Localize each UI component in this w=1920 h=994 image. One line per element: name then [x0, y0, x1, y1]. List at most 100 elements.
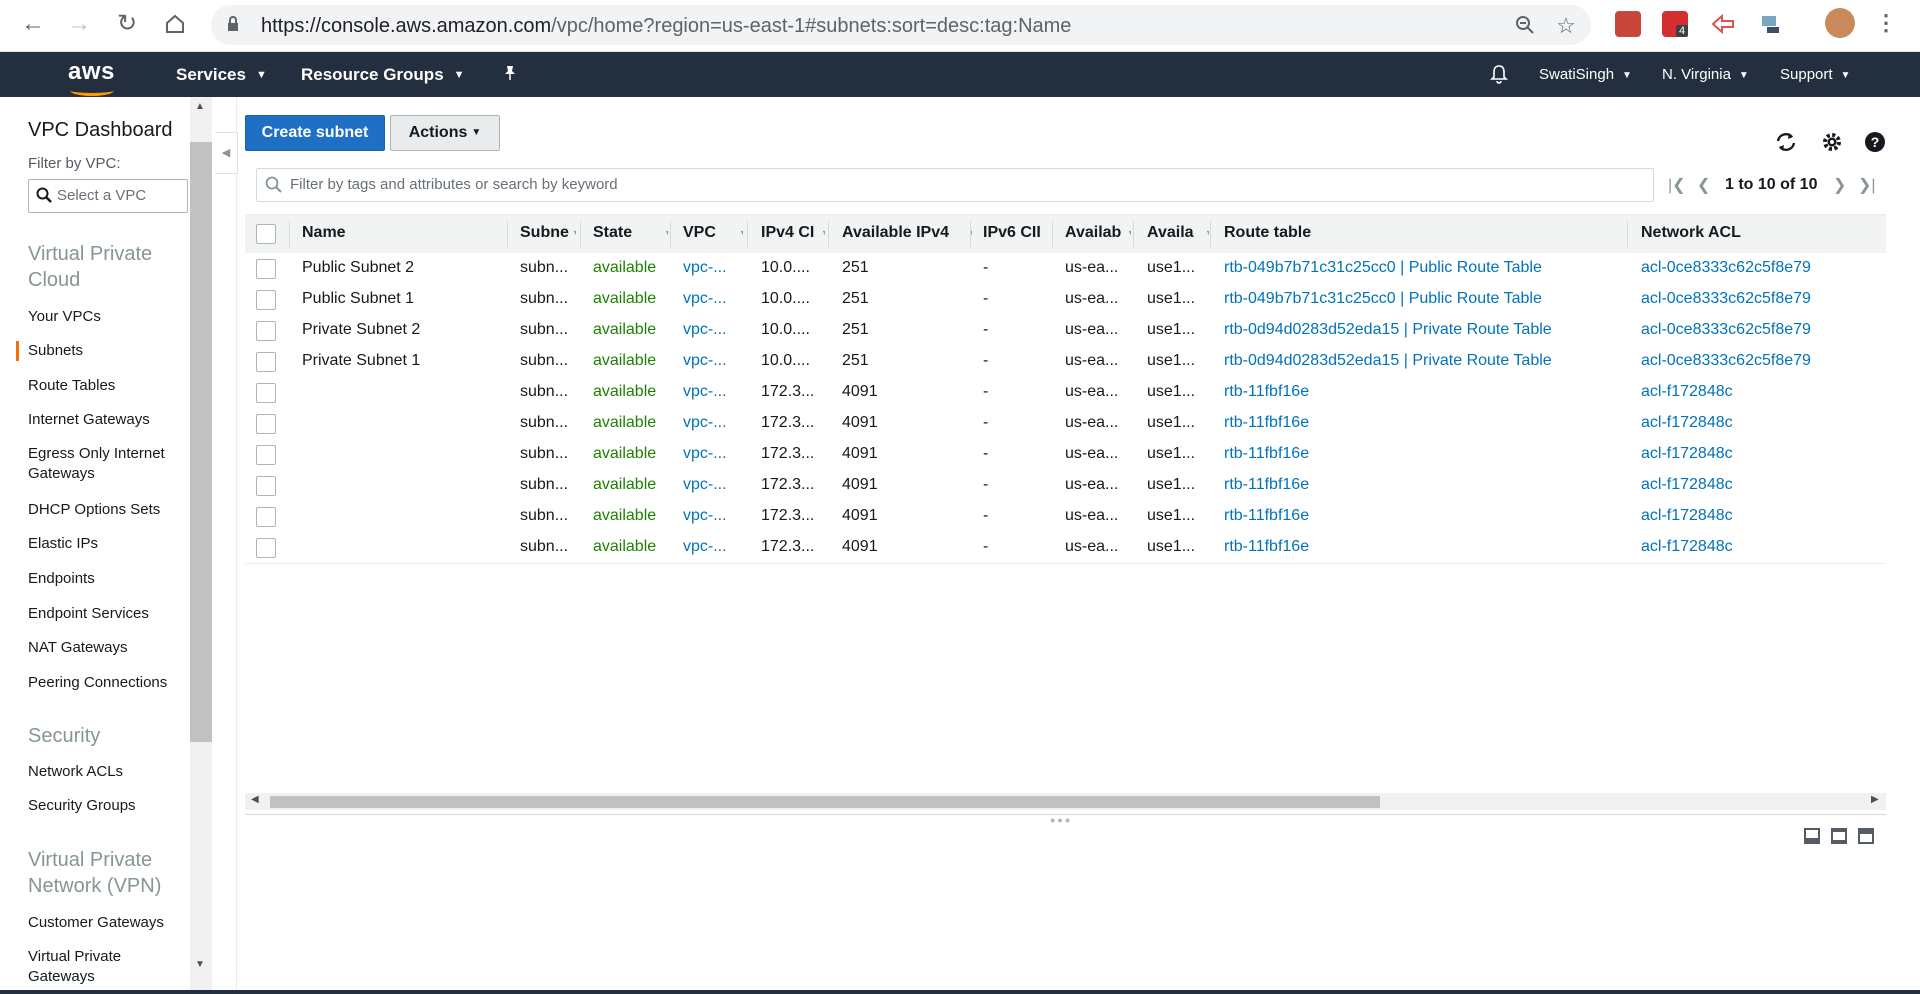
row-checkbox[interactable] — [256, 538, 276, 558]
table-row[interactable]: subn... available vpc-... 172.3... 4091 - us-e… — [245, 377, 1886, 409]
row-checkbox[interactable] — [256, 445, 276, 465]
reload-icon[interactable]: ↻ — [112, 9, 142, 39]
sidebar-item-internet-gateways[interactable]: Internet Gateways — [28, 410, 186, 430]
satellite-extension-icon[interactable] — [1757, 11, 1783, 37]
refresh-icon[interactable] — [1774, 130, 1798, 154]
pin-icon[interactable] — [502, 65, 518, 86]
layout-top-pane-icon[interactable] — [1858, 828, 1874, 844]
scroll-up-icon[interactable]: ▲ — [195, 101, 205, 112]
column-header-state[interactable]: State▼ — [593, 224, 668, 242]
table-row[interactable]: Public Subnet 1 subn... available vpc-... 10… — [245, 284, 1886, 316]
create-subnet-button[interactable]: Create subnet — [245, 115, 385, 151]
sidebar-item-security-groups[interactable]: Security Groups — [28, 796, 186, 816]
filter-search-input[interactable]: Filter by tags and attributes or search … — [256, 168, 1654, 202]
resize-grip-icon[interactable]: ●●● — [1050, 815, 1072, 825]
layout-split-pane-icon[interactable] — [1831, 828, 1847, 844]
support-menu[interactable]: Support ▼ — [1780, 66, 1850, 83]
actions-button[interactable]: Actions ▼ — [390, 115, 500, 151]
column-header-ipv4-cidr[interactable]: IPv4 CI▼ — [761, 224, 825, 242]
sidebar-item-elastic-ips[interactable]: Elastic IPs — [28, 534, 186, 554]
sidebar-item-your-vpcs[interactable]: Your VPCs — [28, 307, 186, 327]
cell-network-acl[interactable]: acl-f172848c — [1641, 507, 1881, 525]
table-row[interactable]: Private Subnet 2 subn... available vpc-... 1… — [245, 315, 1886, 347]
row-checkbox[interactable] — [256, 321, 276, 341]
home-icon[interactable] — [160, 9, 190, 39]
row-checkbox[interactable] — [256, 259, 276, 279]
cell-route-table[interactable]: rtb-049b7b71c31c25cc0 | Public Route Tab… — [1224, 259, 1624, 277]
cell-network-acl[interactable]: acl-0ce8333c62c5f8e79 — [1641, 290, 1881, 308]
cell-network-acl[interactable]: acl-0ce8333c62c5f8e79 — [1641, 352, 1881, 370]
sidebar-item-route-tables[interactable]: Route Tables — [28, 376, 186, 396]
services-menu[interactable]: Services ▼ — [176, 65, 267, 85]
pdf-extension-icon[interactable] — [1615, 11, 1641, 37]
collapse-sidebar-icon[interactable]: ◀ — [215, 132, 238, 174]
previous-page-icon[interactable]: ❮ — [1697, 175, 1710, 195]
cell-vpc[interactable]: vpc-... — [683, 538, 735, 556]
layout-bottom-pane-icon[interactable] — [1804, 828, 1820, 844]
resource-groups-menu[interactable]: Resource Groups ▼ — [301, 65, 465, 85]
table-row[interactable]: subn... available vpc-... 172.3... 4091 - us-e… — [245, 439, 1886, 471]
forward-icon[interactable]: → — [64, 9, 94, 39]
column-header-name[interactable]: Name▼ — [302, 224, 447, 242]
cell-network-acl[interactable]: acl-f172848c — [1641, 383, 1881, 401]
cell-vpc[interactable]: vpc-... — [683, 507, 735, 525]
row-checkbox[interactable] — [256, 414, 276, 434]
row-checkbox[interactable] — [256, 383, 276, 403]
sidebar-item-network-acls[interactable]: Network ACLs — [28, 762, 186, 782]
zoom-icon[interactable] — [1513, 14, 1537, 38]
row-checkbox[interactable] — [256, 476, 276, 496]
sidebar-item-virtual-private-gateways[interactable]: Virtual Private Gateways — [28, 947, 186, 987]
sidebar-title[interactable]: VPC Dashboard — [28, 119, 173, 142]
extension-badge-icon[interactable]: 4 — [1662, 11, 1689, 37]
sidebar-item-dhcp-options-sets[interactable]: DHCP Options Sets — [28, 500, 186, 520]
table-row[interactable]: Public Subnet 2 subn... available vpc-... 10… — [245, 253, 1886, 285]
cell-vpc[interactable]: vpc-... — [683, 259, 735, 277]
column-header-ipv6-cidr[interactable]: IPv6 CII — [983, 224, 1048, 242]
vpc-select[interactable]: Select a VPC — [28, 179, 188, 213]
sidebar-item-endpoint-services[interactable]: Endpoint Services — [28, 604, 186, 624]
sidebar-item-subnets[interactable]: Subnets — [16, 341, 186, 361]
column-header-availability-zone-id[interactable]: Availa▼ — [1147, 224, 1209, 242]
cell-network-acl[interactable]: acl-f172848c — [1641, 538, 1881, 556]
bell-icon[interactable] — [1490, 64, 1508, 84]
scroll-left-icon[interactable]: ◀ — [251, 794, 259, 805]
bookmark-star-icon[interactable]: ☆ — [1554, 14, 1578, 38]
column-header-availability-zone[interactable]: Availab▼ — [1065, 224, 1131, 242]
row-checkbox[interactable] — [256, 507, 276, 527]
cell-vpc[interactable]: vpc-... — [683, 383, 735, 401]
table-horizontal-scrollbar[interactable]: ◀ ▶ — [245, 793, 1886, 810]
sidebar-item-endpoints[interactable]: Endpoints — [28, 569, 186, 589]
cell-route-table[interactable]: rtb-11fbf16e — [1224, 507, 1624, 525]
table-row[interactable]: subn... available vpc-... 172.3... 4091 - us-e… — [245, 501, 1886, 533]
cell-route-table[interactable]: rtb-0d94d0283d52eda15 | Private Route Ta… — [1224, 321, 1624, 339]
arrow-extension-icon[interactable] — [1710, 11, 1736, 37]
address-bar[interactable]: https://console.aws.amazon.com/vpc/home?… — [211, 5, 1591, 45]
cell-vpc[interactable]: vpc-... — [683, 414, 735, 432]
cell-route-table[interactable]: rtb-11fbf16e — [1224, 383, 1624, 401]
row-checkbox[interactable] — [256, 352, 276, 372]
cell-route-table[interactable]: rtb-11fbf16e — [1224, 476, 1624, 494]
cell-network-acl[interactable]: acl-0ce8333c62c5f8e79 — [1641, 321, 1881, 339]
help-icon[interactable]: ? — [1863, 130, 1887, 154]
first-page-icon[interactable]: |❮ — [1668, 175, 1686, 195]
table-row[interactable]: Private Subnet 1 subn... available vpc-... 1… — [245, 346, 1886, 378]
profile-avatar[interactable] — [1825, 8, 1855, 38]
cell-vpc[interactable]: vpc-... — [683, 321, 735, 339]
cell-route-table[interactable]: rtb-11fbf16e — [1224, 538, 1624, 556]
cell-route-table[interactable]: rtb-0d94d0283d52eda15 | Private Route Ta… — [1224, 352, 1624, 370]
cell-network-acl[interactable]: acl-f172848c — [1641, 414, 1881, 432]
horizontal-scroll-thumb[interactable] — [270, 796, 1380, 808]
scroll-right-icon[interactable]: ▶ — [1871, 794, 1879, 805]
back-icon[interactable]: ← — [18, 9, 48, 39]
column-header-subnet-id[interactable]: Subne▼ — [520, 224, 576, 242]
cell-route-table[interactable]: rtb-11fbf16e — [1224, 414, 1624, 432]
sidebar-item-egress-only-internet-gateways[interactable]: Egress Only Internet Gateways — [28, 444, 186, 484]
sidebar-scrollbar[interactable]: ▲ ▼ — [190, 97, 212, 994]
row-checkbox[interactable] — [256, 290, 276, 310]
select-all-checkbox[interactable] — [256, 224, 276, 244]
sidebar-item-customer-gateways[interactable]: Customer Gateways — [28, 913, 186, 933]
sidebar-item-nat-gateways[interactable]: NAT Gateways — [28, 638, 186, 658]
table-row[interactable]: subn... available vpc-... 172.3... 4091 - us-e… — [245, 470, 1886, 502]
table-row[interactable]: subn... available vpc-... 172.3... 4091 - us-e… — [245, 408, 1886, 440]
cell-network-acl[interactable]: acl-0ce8333c62c5f8e79 — [1641, 259, 1881, 277]
